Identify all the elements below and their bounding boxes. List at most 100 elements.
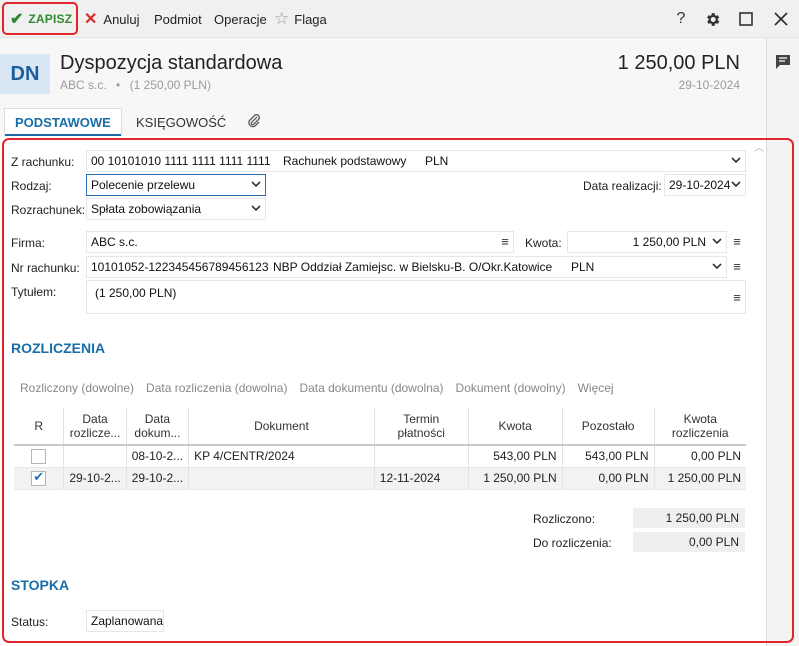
scroll-up-icon[interactable]: ︿ [754, 139, 764, 154]
account-no-label: Nr rachunku: [11, 261, 80, 275]
cell-settled: 1 250,00 PLN [654, 467, 746, 490]
row-checkbox[interactable] [31, 448, 47, 464]
company-field[interactable]: ABC s.c. [86, 231, 514, 253]
document-header: DN Dyspozycja standardowa ABC s.c. • (1 … [0, 38, 766, 108]
to-settle-label: Do rozliczenia: [533, 536, 612, 550]
type-value: Polecenie przelewu [91, 178, 196, 192]
exec-date-value: 29-10-2024 [669, 178, 731, 192]
subject-button[interactable]: Podmiot [154, 0, 202, 38]
column-header-due[interactable]: Termin płatności [374, 408, 469, 446]
to-settle-value: 0,00 PLN [633, 532, 745, 552]
document-subtitle: ABC s.c. • (1 250,00 PLN) [60, 78, 211, 92]
company-menu-icon[interactable]: ≡ [498, 234, 512, 249]
side-panel [766, 38, 799, 646]
from-account-select[interactable]: 00 10101010 1111 1111 1111 1111 Rachunek… [86, 150, 746, 172]
settlements-table: R Data rozlicze... Data dokum... Dokument … [14, 408, 746, 490]
comment-icon[interactable] [775, 54, 791, 73]
amount-field[interactable]: 1 250,00 PLN [567, 231, 727, 253]
cell-doc-date: 08-10-2... [126, 445, 190, 468]
chevron-down-icon [731, 181, 741, 188]
amount-label: Kwota: [525, 236, 562, 250]
title-menu-icon[interactable]: ≡ [730, 290, 744, 305]
column-header-amount[interactable]: Kwota [468, 408, 563, 446]
filter-bar: Rozliczony (dowolne) Data rozliczenia (d… [20, 381, 614, 395]
status-value: Zaplanowana [91, 614, 164, 628]
exec-date-picker[interactable]: 29-10-2024 [664, 174, 746, 196]
tab-accounting[interactable]: KSIĘGOWOŚĆ [126, 108, 236, 136]
column-header-doc-date[interactable]: Data dokum... [126, 408, 190, 446]
subject-label: Podmiot [154, 11, 202, 27]
table-row[interactable]: 29-10-2... 29-10-2... 12-11-2024 1 250,0… [14, 467, 746, 490]
maximize-icon[interactable] [731, 0, 761, 38]
amount-menu-icon[interactable]: ≡ [730, 234, 744, 249]
row-checkbox-checked[interactable] [31, 469, 47, 486]
cancel-label: Anuluj [103, 11, 140, 27]
cell-settled: 0,00 PLN [654, 445, 746, 468]
type-select[interactable]: Polecenie przelewu [86, 174, 266, 196]
status-label: Status: [11, 615, 49, 629]
account-menu-icon[interactable]: ≡ [730, 259, 744, 274]
title-textarea[interactable]: (1 250,00 PLN) [86, 280, 746, 314]
flag-label: Flaga [294, 11, 327, 27]
from-account-name: Rachunek podstawowy [283, 154, 407, 168]
cell-remaining: 0,00 PLN [562, 467, 655, 490]
check-icon: ✔ [10, 10, 24, 28]
gear-icon[interactable] [697, 0, 727, 38]
settlement-select[interactable]: Spłata zobowiązania [86, 198, 266, 220]
filter-settled[interactable]: Rozliczony (dowolne) [20, 381, 134, 395]
footer-section-title: STOPKA [11, 577, 70, 593]
company-label: Firma: [11, 236, 45, 250]
exec-date-label: Data realizacji: [583, 179, 662, 193]
flag-button[interactable]: ☆ Flaga [274, 0, 327, 38]
account-currency: PLN [571, 260, 595, 274]
document-type-badge: DN [0, 54, 50, 94]
cell-due [374, 445, 469, 468]
tab-bar: PODSTAWOWE KSIĘGOWOŚĆ [0, 108, 766, 137]
help-icon[interactable]: ? [666, 0, 696, 38]
tab-basic[interactable]: PODSTAWOWE [4, 108, 122, 137]
document-amount: 1 250,00 PLN [617, 52, 740, 74]
table-row[interactable]: 08-10-2... KP 4/CENTR/2024 543,00 PLN 54… [14, 445, 746, 468]
chevron-down-icon [251, 205, 261, 212]
filter-document[interactable]: Dokument (dowolny) [456, 381, 566, 395]
chevron-down-icon [731, 157, 741, 164]
operations-button[interactable]: Operacje [214, 0, 267, 38]
tab-attachments[interactable] [236, 108, 272, 136]
filter-doc-date[interactable]: Data dokumentu (dowolna) [299, 381, 443, 395]
cell-amount: 1 250,00 PLN [468, 467, 563, 490]
bank-name: NBP Oddział Zamiejsc. w Bielsku-B. O/Okr… [273, 260, 553, 274]
table-header-row: R Data rozlicze... Data dokum... Dokument … [14, 408, 746, 446]
settlement-label: Rozrachunek: [11, 203, 86, 217]
page-title: Dyspozycja standardowa [60, 52, 283, 74]
column-header-r[interactable]: R [14, 408, 65, 446]
toolbar: ✔ ZAPISZ ✕ Anuluj Podmiot Operacje ☆ Fla… [0, 0, 799, 38]
operations-label: Operacje [214, 11, 267, 27]
subtitle-company: ABC s.c. [60, 78, 107, 92]
from-account-label: Z rachunku: [11, 155, 75, 169]
close-red-icon: ✕ [84, 11, 98, 28]
document-date: 29-10-2024 [678, 78, 740, 92]
paperclip-icon [246, 113, 262, 132]
cell-remaining: 543,00 PLN [562, 445, 655, 468]
status-field: Zaplanowana [86, 610, 164, 632]
close-icon[interactable] [766, 0, 796, 38]
cancel-button[interactable]: ✕ Anuluj [84, 0, 140, 38]
chevron-down-icon [251, 181, 261, 188]
from-account-number: 00 10101010 1111 1111 1111 1111 [91, 154, 271, 168]
settled-total-value: 1 250,00 PLN [633, 508, 745, 528]
account-no-select[interactable]: 10101052-122345456789456123 NBP Oddział … [86, 256, 727, 278]
column-header-document[interactable]: Dokument [188, 408, 375, 446]
column-header-settle-date[interactable]: Data rozlicze... [63, 408, 127, 446]
cell-due: 12-11-2024 [374, 467, 469, 490]
settlements-section-title: ROZLICZENIA [11, 340, 106, 356]
star-icon: ☆ [274, 9, 290, 28]
column-header-settled[interactable]: Kwota rozliczenia [654, 408, 746, 446]
column-header-remaining[interactable]: Pozostało [562, 408, 655, 446]
from-account-currency: PLN [425, 154, 449, 168]
subtitle-separator: • [116, 78, 121, 92]
save-button[interactable]: ✔ ZAPISZ [2, 2, 78, 35]
filter-more[interactable]: Więcej [578, 381, 614, 395]
row-checkbox-cell[interactable] [14, 445, 65, 468]
filter-settle-date[interactable]: Data rozliczenia (dowolna) [146, 381, 287, 395]
row-checkbox-cell[interactable] [14, 467, 65, 490]
